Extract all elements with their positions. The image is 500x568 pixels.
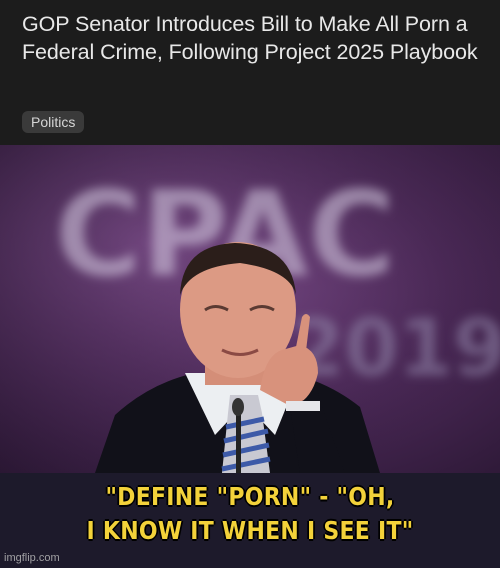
article-headline[interactable]: GOP Senator Introduces Bill to Make All …: [22, 10, 492, 66]
article-photo: CPAC 2019: [0, 145, 500, 473]
shirt-cuff: [286, 401, 320, 411]
microphone-head: [232, 398, 244, 416]
category-tag[interactable]: Politics: [22, 111, 85, 133]
caption-line-2: I KNOW IT WHEN I SEE IT": [86, 516, 414, 545]
microphone-stand: [236, 410, 241, 473]
caption-line-1: "DEFINE "PORN" - "OH,: [105, 482, 395, 511]
imgflip-watermark: imgflip.com: [4, 552, 60, 564]
article-header: GOP Senator Introduces Bill to Make All …: [0, 0, 500, 145]
speaker-photo-illustration: CPAC 2019: [0, 145, 500, 473]
meme-caption: "DEFINE "PORN" - "OH, I KNOW IT WHEN I S…: [30, 480, 470, 548]
backdrop-year-text: 2019: [290, 304, 500, 394]
